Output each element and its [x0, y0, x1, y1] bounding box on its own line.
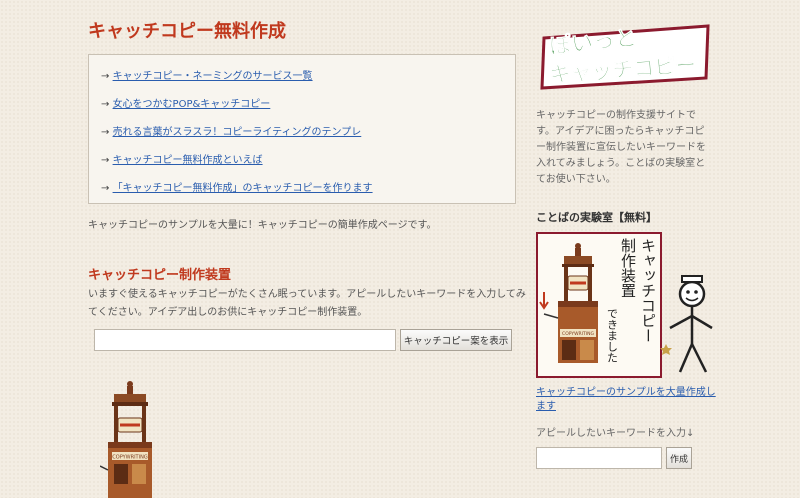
keyword-input[interactable]: [94, 329, 396, 351]
generator-description: いますぐ使えるキャッチコピーがたくさん眠っています。アピールしたいキーワードを入…: [88, 289, 526, 318]
copywriting-machine-illustration: COPYWRITING: [100, 381, 152, 498]
related-link-template[interactable]: 売れる言葉がスラスラ！コピーライティングのテンプレ: [113, 127, 362, 138]
machine-plate-text: COPYWRITING: [112, 455, 148, 461]
lab-title: ことばの実験室【無料】: [536, 211, 657, 224]
arrow-icon: →: [101, 127, 113, 138]
related-link-item: → 女心をつかむPOP&キャッチコピー: [101, 91, 503, 119]
banner-text-line3: できました: [606, 308, 619, 363]
banner-plate-text: COPYWRITING: [562, 331, 594, 337]
arrow-icon: →: [101, 71, 113, 82]
create-button[interactable]: 作成: [666, 447, 692, 469]
arrow-icon: →: [101, 155, 113, 166]
keyword-hint: アピールしたいキーワードを入力↓: [536, 428, 695, 439]
sample-link-container: キャッチコピーのサンプルを大量作成します: [536, 386, 716, 414]
related-link-order[interactable]: 「キャッチコピー無料作成」のキャッチコピーを作ります: [113, 183, 373, 194]
intro-text: キャッチコピーのサンプルを大量に！キャッチコピーの簡単作成ページです。: [88, 220, 437, 231]
related-link-pop[interactable]: 女心をつかむPOP&キャッチコピー: [113, 99, 271, 110]
page-title: キャッチコピー無料作成: [88, 21, 286, 42]
related-link-services[interactable]: キャッチコピー・ネーミングのサービス一覧: [113, 71, 313, 82]
site-description: キャッチコピーの制作支援サイトです。アイデアに困ったらキャッチコピー制作装置に宣…: [536, 110, 706, 185]
arrow-icon: →: [101, 99, 113, 110]
related-link-item: → 「キャッチコピー無料作成」のキャッチコピーを作ります: [101, 175, 503, 203]
main-content: キャッチコピー無料作成 → キャッチコピー・ネーミングのサービス一覧 → 女心を…: [88, 18, 526, 498]
banner-text-line2: 制作装置: [619, 238, 637, 298]
site-logo[interactable]: ぽいっと キャッチコピー: [536, 16, 712, 96]
generator-banner[interactable]: COPYWRITING キャッチコピー 制作装置 できました: [536, 232, 716, 380]
related-link-free[interactable]: キャッチコピー無料作成といえば: [113, 155, 263, 166]
generator-title: キャッチコピー制作装置: [88, 268, 232, 283]
show-copy-button[interactable]: キャッチコピー案を表示: [400, 329, 512, 351]
sidebar-keyword-input[interactable]: [536, 447, 662, 469]
related-links-box: → キャッチコピー・ネーミングのサービス一覧 → 女心をつかむPOP&キャッチコ…: [88, 54, 516, 204]
related-link-item: → キャッチコピー・ネーミングのサービス一覧: [101, 63, 503, 91]
arrow-icon: →: [101, 183, 113, 194]
sample-generator-link[interactable]: キャッチコピーのサンプルを大量作成します: [536, 387, 716, 412]
related-link-item: → キャッチコピー無料作成といえば: [101, 147, 503, 175]
related-link-item: → 売れる言葉がスラスラ！コピーライティングのテンプレ: [101, 119, 503, 147]
banner-text-line1: キャッチコピー: [639, 238, 657, 343]
